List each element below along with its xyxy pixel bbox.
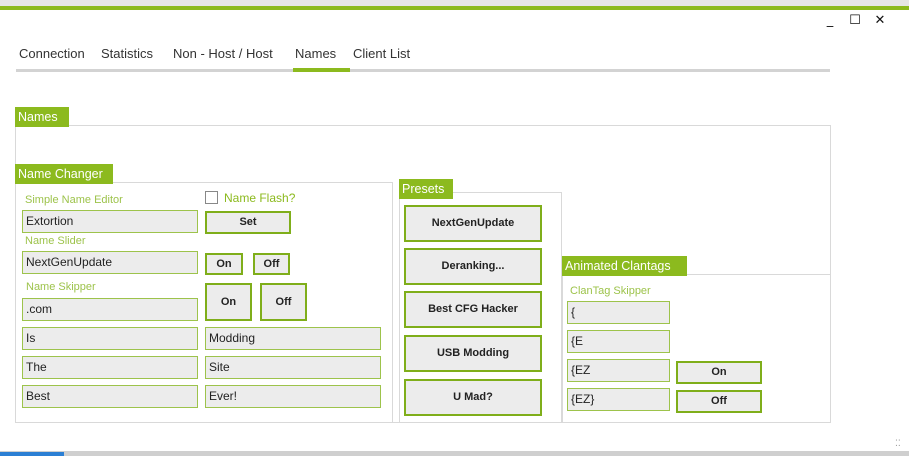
taskbar-strip [0, 451, 909, 456]
clantag-off-button[interactable]: Off [676, 390, 762, 413]
tab-connection[interactable]: Connection [19, 46, 85, 64]
clantag-field-1[interactable]: { [567, 301, 670, 324]
slider-on-button[interactable]: On [205, 253, 243, 275]
preset-nextgenupdate-button[interactable]: NextGenUpdate [404, 205, 542, 242]
simple-name-input[interactable]: Extortion [22, 210, 198, 233]
skipper-field-4[interactable]: The [22, 356, 198, 379]
clantag-field-4[interactable]: {EZ} [567, 388, 670, 411]
minimize-button[interactable]: _ [820, 12, 840, 30]
skipper-field-5[interactable]: Site [205, 356, 381, 379]
preset-u-mad-button[interactable]: U Mad? [404, 379, 542, 416]
skipper-field-7[interactable]: Ever! [205, 385, 381, 408]
maximize-button[interactable]: ☐ [845, 12, 865, 30]
slider-off-button[interactable]: Off [253, 253, 290, 275]
presets-header: Presets [399, 179, 453, 199]
skipper-off-button[interactable]: Off [260, 283, 307, 321]
maximize-icon: ☐ [849, 13, 861, 28]
clantag-field-3[interactable]: {EZ [567, 359, 670, 382]
taskbar-accent [0, 452, 64, 456]
tab-underline [16, 69, 830, 72]
clantag-on-button[interactable]: On [676, 361, 762, 384]
skipper-on-button[interactable]: On [205, 283, 252, 321]
simple-name-editor-label: Simple Name Editor [25, 194, 123, 206]
tab-names[interactable]: Names [295, 46, 336, 64]
skipper-field-1[interactable]: .com [22, 298, 198, 321]
preset-deranking-button[interactable]: Deranking... [404, 248, 542, 285]
name-flash-label: Name Flash? [224, 191, 296, 205]
tab-non-host-host[interactable]: Non - Host / Host [173, 46, 273, 64]
name-changer-header: Name Changer [15, 164, 113, 184]
clantag-skipper-label: ClanTag Skipper [570, 285, 651, 297]
skipper-field-2[interactable]: Is [22, 327, 198, 350]
name-slider-input[interactable]: NextGenUpdate [22, 251, 198, 274]
name-flash-checkbox[interactable] [205, 191, 218, 204]
preset-best-cfg-hacker-button[interactable]: Best CFG Hacker [404, 291, 542, 328]
set-button[interactable]: Set [205, 211, 291, 234]
close-icon: ✕ [874, 13, 886, 28]
name-slider-label: Name Slider [25, 235, 86, 247]
tab-active-indicator [293, 68, 350, 72]
clantags-header: Animated Clantags [562, 256, 687, 276]
accent-bar [0, 6, 909, 10]
tab-client-list[interactable]: Client List [353, 46, 410, 64]
resize-grip-icon[interactable]: ⁚⁚ [895, 440, 905, 452]
tab-statistics[interactable]: Statistics [101, 46, 153, 64]
preset-usb-modding-button[interactable]: USB Modding [404, 335, 542, 372]
skipper-field-6[interactable]: Best [22, 385, 198, 408]
close-button[interactable]: ✕ [870, 12, 890, 30]
clantag-field-2[interactable]: {E [567, 330, 670, 353]
minimize-icon: _ [826, 13, 834, 28]
skipper-field-3[interactable]: Modding [205, 327, 381, 350]
names-header: Names [15, 107, 69, 127]
name-skipper-label: Name Skipper [26, 281, 96, 293]
